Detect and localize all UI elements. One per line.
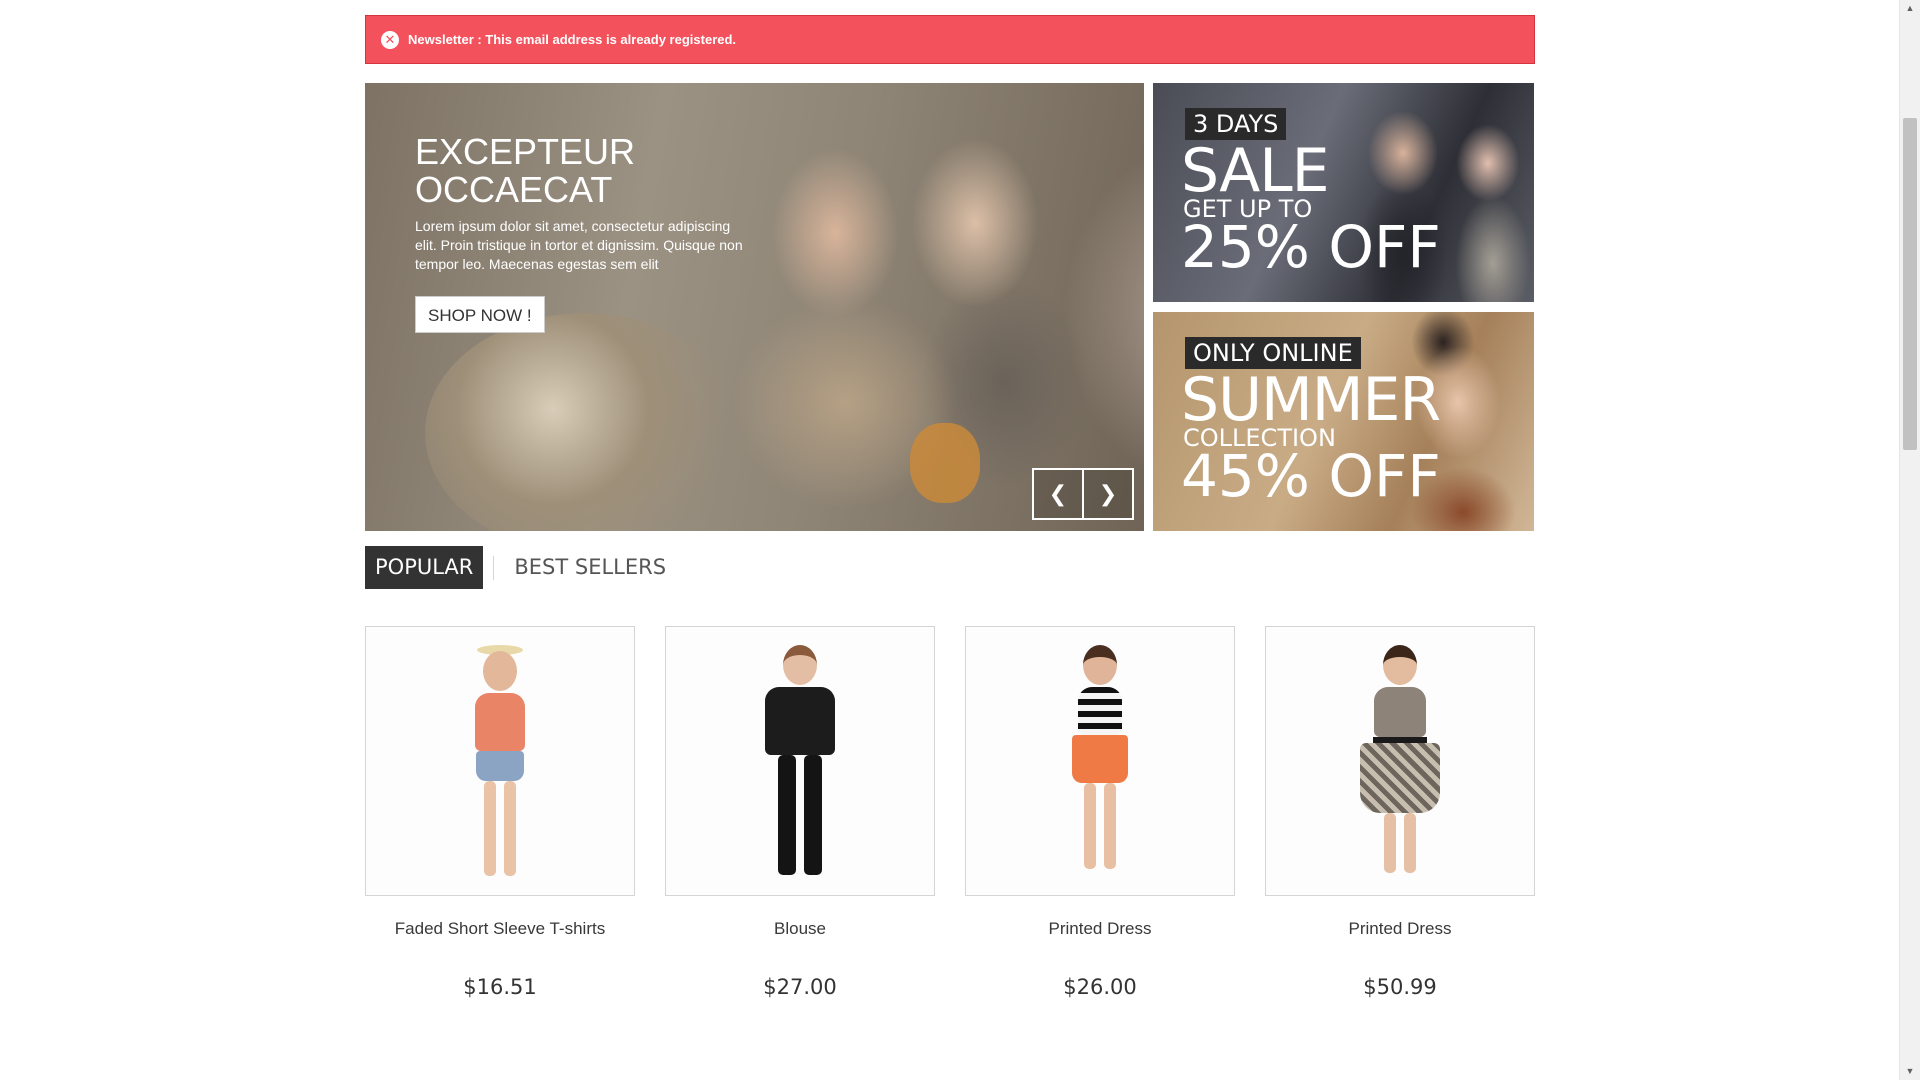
product-image[interactable] <box>665 626 935 896</box>
page: ✕ Newsletter : This email address is alr… <box>0 0 1899 1080</box>
promo-banner-summer[interactable]: ONLY ONLINE SUMMER COLLECTION 45% OFF <box>1153 312 1534 531</box>
product-card: Printed Dress $50.99 <box>1265 626 1535 999</box>
product-name[interactable]: Printed Dress <box>1265 911 1535 947</box>
slider-description: Lorem ipsum dolor sit amet, consectetur … <box>415 218 743 272</box>
product-image[interactable] <box>1265 626 1535 896</box>
promo-headline: SALE <box>1181 136 1330 206</box>
model-figure <box>475 645 525 876</box>
newsletter-error-alert: ✕ Newsletter : This email address is alr… <box>365 15 1535 64</box>
scroll-down-arrow-icon[interactable]: ▼ <box>1900 1063 1920 1080</box>
product-card: Printed Dress $26.00 <box>965 626 1235 999</box>
product-name[interactable]: Faded Short Sleeve T-shirts <box>365 911 635 947</box>
slider-title: EXCEPTEUR OCCAECAT <box>415 131 636 210</box>
product-price: $27.00 <box>763 975 837 999</box>
model-figure <box>765 645 835 875</box>
homepage-slider[interactable]: EXCEPTEUR OCCAECAT Lorem ipsum dolor sit… <box>365 83 1144 531</box>
product-price: $16.51 <box>463 975 537 999</box>
slider-image-mitten <box>910 423 980 503</box>
product-tabs: POPULAR BEST SELLERS <box>365 546 676 589</box>
scrollbar-thumb[interactable] <box>1903 118 1917 450</box>
product-card: Faded Short Sleeve T-shirts $16.51 <box>365 626 635 999</box>
alert-text: Newsletter : This email address is alrea… <box>408 32 737 47</box>
product-price: $50.99 <box>1363 975 1437 999</box>
tab-divider <box>493 555 495 580</box>
product-image[interactable] <box>365 626 635 896</box>
tab-best-sellers[interactable]: BEST SELLERS <box>504 546 676 589</box>
chevron-left-icon[interactable]: ❮ <box>1034 470 1082 518</box>
promo-discount: 25% OFF <box>1181 213 1441 281</box>
product-image[interactable] <box>965 626 1235 896</box>
promo-headline: SUMMER <box>1181 365 1441 435</box>
product-card: Blouse $27.00 <box>665 626 935 999</box>
product-name[interactable]: Blouse <box>665 911 935 947</box>
chevron-right-icon[interactable]: ❯ <box>1082 470 1132 518</box>
product-list: Faded Short Sleeve T-shirts $16.51 Blous… <box>365 626 1535 999</box>
scroll-up-arrow-icon[interactable]: ▲ <box>1900 0 1920 17</box>
tab-popular[interactable]: POPULAR <box>365 546 484 589</box>
close-circle-icon[interactable]: ✕ <box>381 30 399 49</box>
shop-now-button[interactable]: SHOP NOW ! <box>415 296 545 333</box>
slider-navigation: ❮ ❯ <box>1032 468 1134 520</box>
vertical-scrollbar[interactable]: ▲ ▼ <box>1899 0 1920 1080</box>
product-price: $26.00 <box>1063 975 1137 999</box>
product-name[interactable]: Printed Dress <box>965 911 1235 947</box>
model-figure <box>1072 645 1128 869</box>
model-figure <box>1360 645 1440 873</box>
promo-discount: 45% OFF <box>1181 442 1441 510</box>
slider-image-flowers <box>425 313 745 531</box>
promo-image-woman <box>1443 103 1534 302</box>
promo-banner-sale[interactable]: 3 DAYS SALE GET UP TO 25% OFF <box>1153 83 1534 302</box>
